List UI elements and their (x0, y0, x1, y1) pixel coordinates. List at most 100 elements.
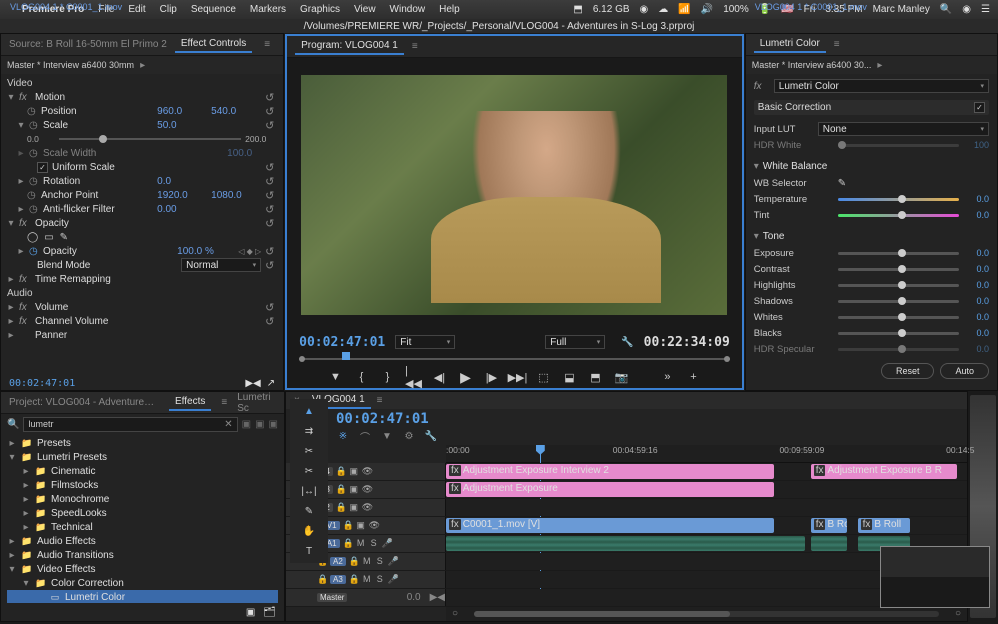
solo-icon[interactable]: S (369, 538, 379, 548)
fx-badge-icon[interactable]: fx (19, 302, 31, 313)
zoom-dropdown[interactable]: Fit (395, 335, 455, 349)
opacity-expand-icon[interactable]: ▾ (7, 218, 15, 229)
expand-icon[interactable]: ▸ (21, 508, 31, 519)
step-back-button[interactable]: ◀| (431, 369, 447, 385)
menu-markers[interactable]: Markers (250, 4, 286, 15)
mic-icon[interactable]: 🎤 (388, 574, 398, 585)
blacks-slider[interactable] (838, 332, 959, 335)
add-button[interactable]: + (685, 369, 701, 385)
tab-project[interactable]: Project: VLOG004 - Adventures in S-Log 3 (9, 397, 159, 408)
eye-icon[interactable]: 👁 (362, 466, 372, 477)
input-lut-dropdown[interactable]: None (818, 122, 989, 136)
timeremap-expand-icon[interactable]: ▸ (7, 274, 15, 285)
expand-icon[interactable]: ▸ (21, 466, 31, 477)
position-y-value[interactable]: 540.0 (211, 106, 261, 117)
new-item-icon[interactable]: 🗂 (263, 607, 276, 618)
anchor-reset-icon[interactable]: ↺ (265, 189, 277, 202)
whites-slider[interactable] (838, 316, 959, 319)
uniform-scale-checkbox[interactable] (37, 162, 48, 173)
shadows-value[interactable]: 0.0 (965, 296, 989, 306)
panel-menu-icon[interactable]: ≡ (264, 39, 270, 50)
position-reset-icon[interactable]: ↺ (265, 105, 277, 118)
lumetri-clip-label[interactable]: VLOG004 1 * C0001_1.mov (752, 1, 870, 16)
picture-in-picture-preview[interactable] (880, 546, 990, 608)
razor-tool-icon[interactable]: ✂ (301, 463, 317, 479)
volume-icon[interactable]: 🔊 (701, 4, 713, 15)
go-to-in-button[interactable]: |◀◀ (405, 369, 421, 385)
rotation-reset-icon[interactable]: ↺ (265, 175, 277, 188)
basic-correction-section[interactable]: Basic Correction (754, 100, 989, 115)
panner-expand-icon[interactable]: ▸ (7, 330, 15, 341)
keyframe-toggle-icon[interactable]: ◷ (29, 176, 39, 187)
expand-icon[interactable]: ▾ (7, 452, 17, 463)
tree-item-video-effects[interactable]: ▾📁Video Effects (7, 562, 278, 576)
play-button[interactable]: ▶ (457, 369, 473, 385)
mask-rect-icon[interactable]: ▭ (44, 232, 53, 243)
track-master-label[interactable]: Master (317, 593, 347, 602)
expand-icon[interactable]: ▸ (21, 522, 31, 533)
toggle-icon[interactable]: ▣ (349, 466, 359, 477)
scale-value[interactable]: 50.0 (157, 120, 207, 131)
flicker-expand-icon[interactable]: ▸ (17, 204, 25, 215)
zoom-out-icon[interactable]: ○ (446, 608, 464, 619)
blend-reset-icon[interactable]: ↺ (265, 259, 277, 272)
scale-expand-icon[interactable]: ▾ (17, 120, 25, 131)
export-frame-button[interactable]: ⬒ (587, 369, 603, 385)
eye-icon[interactable]: 👁 (369, 520, 379, 531)
panel-menu-icon[interactable]: ≡ (834, 39, 840, 50)
ripple-tool-icon[interactable]: ✂ (301, 443, 317, 459)
flicker-value[interactable]: 0.00 (157, 204, 207, 215)
opacity-pct-value[interactable]: 100.0 % (177, 246, 227, 257)
tab-lumetri-scopes[interactable]: Lumetri Sc (237, 392, 276, 414)
scalew-expand-icon[interactable]: ▸ (17, 148, 25, 159)
pen-tool-icon[interactable]: ✎ (301, 503, 317, 519)
export-icon[interactable]: ↗ (267, 378, 275, 389)
cloud-icon[interactable]: ☁ (658, 4, 668, 15)
scale-slider[interactable] (59, 138, 241, 140)
selection-tool-icon[interactable]: ▲ (301, 403, 317, 419)
tree-item-audio-effects[interactable]: ▸📁Audio Effects (7, 534, 278, 548)
mute-icon[interactable]: M (362, 574, 372, 584)
dropbox-icon[interactable]: ⬒ (573, 4, 582, 15)
mic-icon[interactable]: 🎤 (388, 556, 398, 567)
menu-help[interactable]: Help (439, 4, 460, 15)
tree-item-lumetri-color[interactable]: ▭Lumetri Color (7, 590, 278, 603)
expand-icon[interactable]: ▸ (21, 480, 31, 491)
user-name[interactable]: Marc Manley (873, 4, 930, 15)
tab-source[interactable]: Source: B Roll 16-50mm El Primo 2 (9, 39, 167, 50)
solo-icon[interactable]: S (375, 574, 385, 584)
opacity-reset-icon[interactable]: ↺ (265, 217, 277, 230)
mask-ellipse-icon[interactable]: ◯ (27, 232, 38, 243)
exposure-value[interactable]: 0.0 (965, 248, 989, 258)
tone-expand-icon[interactable]: ▾ (754, 231, 759, 242)
effect-clip-label[interactable]: VLOG004 1 * C0001_1.mov (7, 1, 125, 16)
effects-search-input[interactable]: ✕ (23, 417, 237, 432)
motion-reset-icon[interactable]: ↺ (265, 91, 277, 104)
program-scrubber[interactable] (299, 352, 730, 366)
mic-icon[interactable]: 🎤 (382, 538, 392, 549)
lock-icon[interactable]: 🔒 (343, 520, 353, 531)
lock-icon[interactable]: 🔒 (349, 574, 359, 585)
chanvol-reset-icon[interactable]: ↺ (265, 315, 277, 328)
expand-icon[interactable]: ▾ (7, 564, 17, 575)
uniform-reset-icon[interactable]: ↺ (265, 161, 277, 174)
tree-item-speedlooks[interactable]: ▸📁SpeedLooks (7, 506, 278, 520)
chanvol-label[interactable]: Channel Volume (35, 316, 261, 327)
mark-in-button[interactable]: { (353, 369, 369, 385)
position-x-value[interactable]: 960.0 (157, 106, 207, 117)
eye-icon[interactable]: 👁 (362, 484, 372, 495)
master-value[interactable]: 0.0 (407, 592, 427, 603)
scale-reset-icon[interactable]: ↺ (265, 119, 277, 132)
clip-adjustment-layer[interactable]: fxAdjustment Exposure Interview 2 (446, 464, 774, 479)
motion-label[interactable]: Motion (35, 92, 261, 103)
rotation-value[interactable]: 0.0 (157, 176, 207, 187)
mute-icon[interactable]: M (356, 538, 366, 548)
timeline-scrollbar[interactable] (474, 611, 939, 617)
highlights-value[interactable]: 0.0 (965, 280, 989, 290)
lock-icon[interactable]: 🔒 (349, 556, 359, 567)
blend-mode-dropdown[interactable]: Normal (181, 258, 261, 272)
tab-effect-controls[interactable]: Effect Controls (175, 36, 252, 53)
tree-item-lumetri-presets[interactable]: ▾📁Lumetri Presets (7, 450, 278, 464)
resolution-dropdown[interactable]: Full (545, 335, 605, 349)
lightroom-icon[interactable]: ◉ (640, 4, 649, 15)
